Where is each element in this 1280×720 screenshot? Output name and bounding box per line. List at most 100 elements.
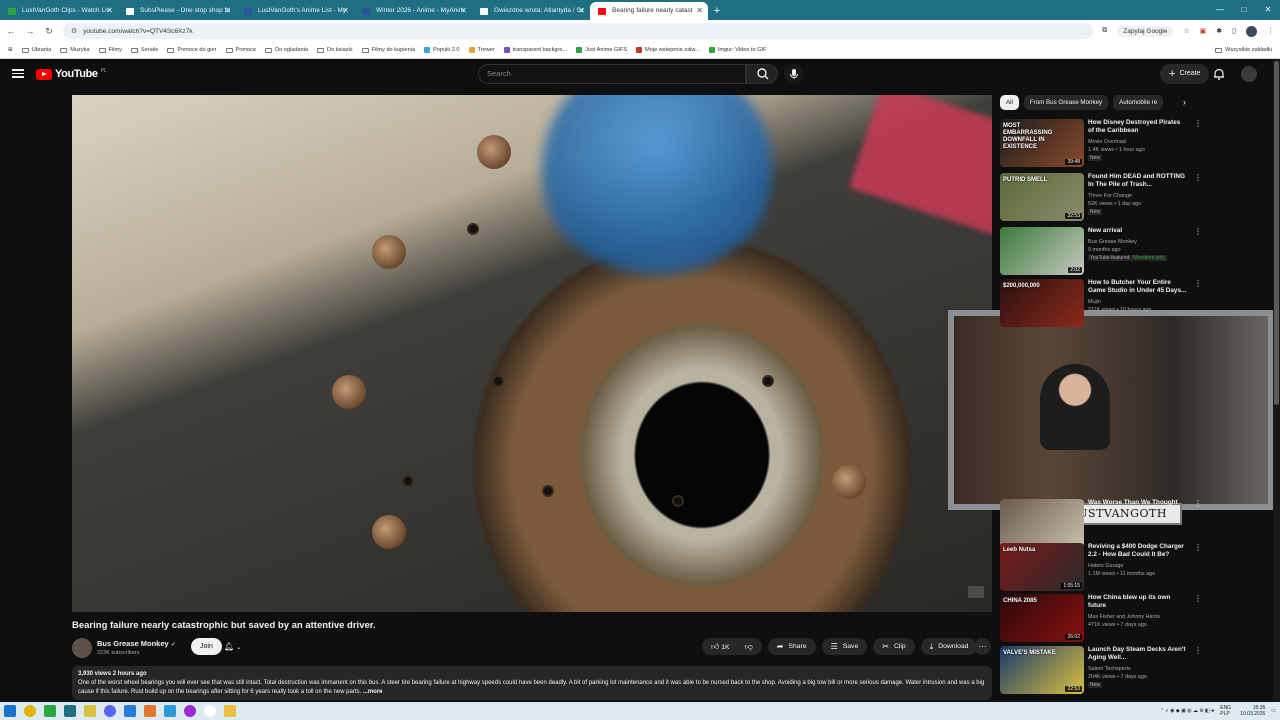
video-player[interactable] [72, 95, 992, 612]
recommended-video[interactable]: VALVE'S MISTAKE 22:53 Launch Day Steam Dec… [1000, 646, 1202, 696]
video-thumbnail[interactable] [1000, 499, 1084, 547]
video-thumbnail[interactable]: VALVE'S MISTAKE 22:53 [1000, 646, 1084, 694]
bookmark-item[interactable]: Muzyka [60, 47, 90, 53]
install-app-icon[interactable]: ⧉ [1102, 27, 1107, 35]
video-thumbnail[interactable]: MOST EMBARRASSING DOWNFALL IN EXISTENCE 3… [1000, 119, 1084, 167]
reload-icon[interactable]: ↻ [44, 26, 54, 37]
more-options-icon[interactable]: ⋮ [1194, 499, 1202, 508]
browser-tab[interactable]: SubsPlease - One stop shop fo ✕ [118, 2, 236, 20]
download-button[interactable]: ⤓ Download [920, 638, 978, 655]
app-icon[interactable] [184, 705, 196, 717]
recommended-title[interactable]: Found Him DEAD and ROTTING In The Pile o… [1088, 173, 1188, 189]
chrome-app-icon[interactable] [24, 705, 36, 717]
close-tab-icon[interactable]: ✕ [106, 2, 113, 20]
video-thumbnail[interactable]: $200,000,000 [1000, 279, 1084, 327]
bookmark-item[interactable]: Imgur: Video to GIF [708, 47, 767, 53]
close-window-icon[interactable]: ✕ [1256, 0, 1280, 20]
search-input[interactable]: Search [478, 64, 746, 84]
app-icon[interactable] [64, 705, 76, 717]
notifications-bell-icon[interactable] [1212, 67, 1226, 81]
more-options-icon[interactable]: ⋮ [1194, 279, 1202, 288]
recommended-title[interactable]: Launch Day Steam Decks Aren't Aging Well… [1088, 646, 1188, 662]
more-options-icon[interactable]: ⋮ [1194, 646, 1202, 655]
channel-avatar[interactable] [72, 638, 92, 658]
video-thumbnail[interactable]: PUTRID SMELL 32:53 [1000, 173, 1084, 221]
more-options-icon[interactable]: ⋮ [1194, 119, 1202, 128]
back-icon[interactable]: ← [6, 26, 16, 36]
browser-tab[interactable]: LustVanGoth's Anime List - My ✕ [236, 2, 354, 20]
search-button[interactable] [746, 64, 778, 84]
hamburger-menu-icon[interactable] [12, 67, 24, 79]
app-icon[interactable] [44, 705, 56, 717]
share-button[interactable]: ➦ Share [767, 638, 816, 655]
like-button[interactable]: 👍︎ 1K [711, 638, 730, 656]
bookmark-item[interactable]: Ubrania [21, 47, 51, 53]
url-field[interactable]: ⚙ youtube.com/watch?v=QTV4Sc6Xz7k [63, 23, 1094, 39]
recommended-channel[interactable]: Mujin [1088, 299, 1101, 305]
bookmark-item[interactable]: Pomoce [225, 47, 256, 53]
apps-grid-icon[interactable]: ⊞ [8, 47, 13, 53]
close-tab-icon[interactable]: ✕ [224, 2, 231, 20]
minimize-icon[interactable]: — [1208, 0, 1232, 20]
save-button[interactable]: ☰ Save [821, 638, 868, 655]
subscription-bell-button[interactable]: 🔔︎ ⌄ [224, 638, 258, 655]
recommended-video[interactable]: Was Worse Than We Thought ⋮ [1000, 499, 1202, 549]
description-box[interactable]: 3,930 views 2 hours ago One of the worst… [72, 666, 992, 700]
recommended-channel[interactable]: Three For Change [1088, 193, 1132, 199]
account-avatar[interactable] [1241, 66, 1257, 82]
bookmark-star-icon[interactable]: ☆ [1183, 27, 1189, 35]
video-thumbnail[interactable]: Leeb Nutsa 1:05:15 [1000, 543, 1084, 591]
recommended-channel[interactable]: Salem Techsperts [1088, 666, 1131, 672]
clip-button[interactable]: ✂ Clip [873, 638, 915, 655]
extension-icon[interactable]: ▣ [1200, 27, 1207, 35]
recommended-title[interactable]: How China blew up its own future [1088, 594, 1188, 610]
more-options-icon[interactable]: ⋮ [1194, 594, 1202, 603]
filter-chip[interactable]: All [1000, 95, 1019, 110]
close-tab-icon[interactable]: ✕ [578, 2, 585, 20]
bookmark-item[interactable]: Filmy do kupienia [361, 47, 415, 53]
bookmark-item[interactable]: Do ksiazki [317, 47, 353, 53]
more-options-icon[interactable]: ⋮ [1194, 173, 1202, 182]
close-tab-icon[interactable]: ✕ [460, 2, 467, 20]
file-explorer-icon[interactable] [224, 705, 236, 717]
tray-icons[interactable]: ⌃ ◐ ◉ ◆ ▣ ◍ ☁ ⊕ ◧ 🔊︎ [1160, 708, 1214, 714]
bookmark-item[interactable]: Moje wsteprnie zalw... [636, 47, 700, 53]
recommended-channel[interactable]: Bus Grease Monkey [1088, 239, 1137, 245]
recommended-title[interactable]: How Disney Destroyed Pirates of the Cari… [1088, 119, 1188, 135]
app-icon[interactable] [164, 705, 176, 717]
filter-chip[interactable]: Automobile re [1113, 95, 1164, 110]
extensions-puzzle-icon[interactable]: ✱ [1216, 27, 1222, 35]
recommended-channel[interactable]: Haters Garage [1088, 563, 1123, 569]
bookmark-item[interactable]: Trewer [468, 47, 495, 53]
recommended-video[interactable]: 2:02 New arrival Bus Grease Monkey 9 months… [1000, 227, 1202, 277]
bookmark-item[interactable]: Just Anime GIFS [576, 47, 627, 53]
recommended-video[interactable]: $200,000,000 How to Butcher Your Entire G… [1000, 279, 1202, 329]
video-thumbnail[interactable]: 2:02 [1000, 227, 1084, 275]
youtube-logo[interactable]: YouTube PL [36, 68, 107, 80]
recommended-video[interactable]: Leeb Nutsa 1:05:15 Reviving a $400 Dodge C… [1000, 543, 1202, 593]
create-button[interactable]: + Create [1160, 64, 1210, 84]
notification-center-icon[interactable]: ▭ [1271, 708, 1276, 714]
join-button[interactable]: Join [191, 638, 222, 655]
dislike-button[interactable]: 👎︎ [745, 638, 753, 656]
browser-tab[interactable]: Winter 2026 - Anime - MyAnim ✕ [354, 2, 472, 20]
close-tab-icon[interactable]: ✕ [696, 2, 703, 20]
recommended-title[interactable]: Was Worse Than We Thought [1088, 499, 1188, 507]
bookmark-item[interactable]: Do ogladania [265, 47, 308, 53]
app-icon[interactable] [84, 705, 96, 717]
voice-search-button[interactable] [784, 64, 804, 84]
profile-avatar[interactable] [1246, 25, 1257, 37]
recommended-title[interactable]: Reviving a $400 Dodge Charger 2.2 - How … [1088, 543, 1188, 559]
bookmark-item[interactable]: Seriale [130, 47, 158, 53]
clock[interactable]: 15:35 10.03.2026 [1240, 705, 1265, 717]
recommended-title[interactable]: New arrival [1088, 227, 1188, 235]
video-thumbnail[interactable]: CHINA 2085 26:02 [1000, 594, 1084, 642]
app-icon[interactable] [204, 705, 216, 717]
language-indicator[interactable]: ENG PLP [1220, 705, 1234, 717]
filter-chip[interactable]: From Bus Grease Monkey [1023, 95, 1109, 110]
channel-name[interactable]: Bus Grease Monkey ✔ [97, 639, 176, 648]
recommended-video[interactable]: CHINA 2085 26:02 How China blew up its own… [1000, 594, 1202, 644]
close-tab-icon[interactable]: ✕ [342, 2, 349, 20]
new-tab-button[interactable]: + [708, 2, 726, 20]
recommended-channel[interactable]: Movie Overload [1088, 139, 1126, 145]
